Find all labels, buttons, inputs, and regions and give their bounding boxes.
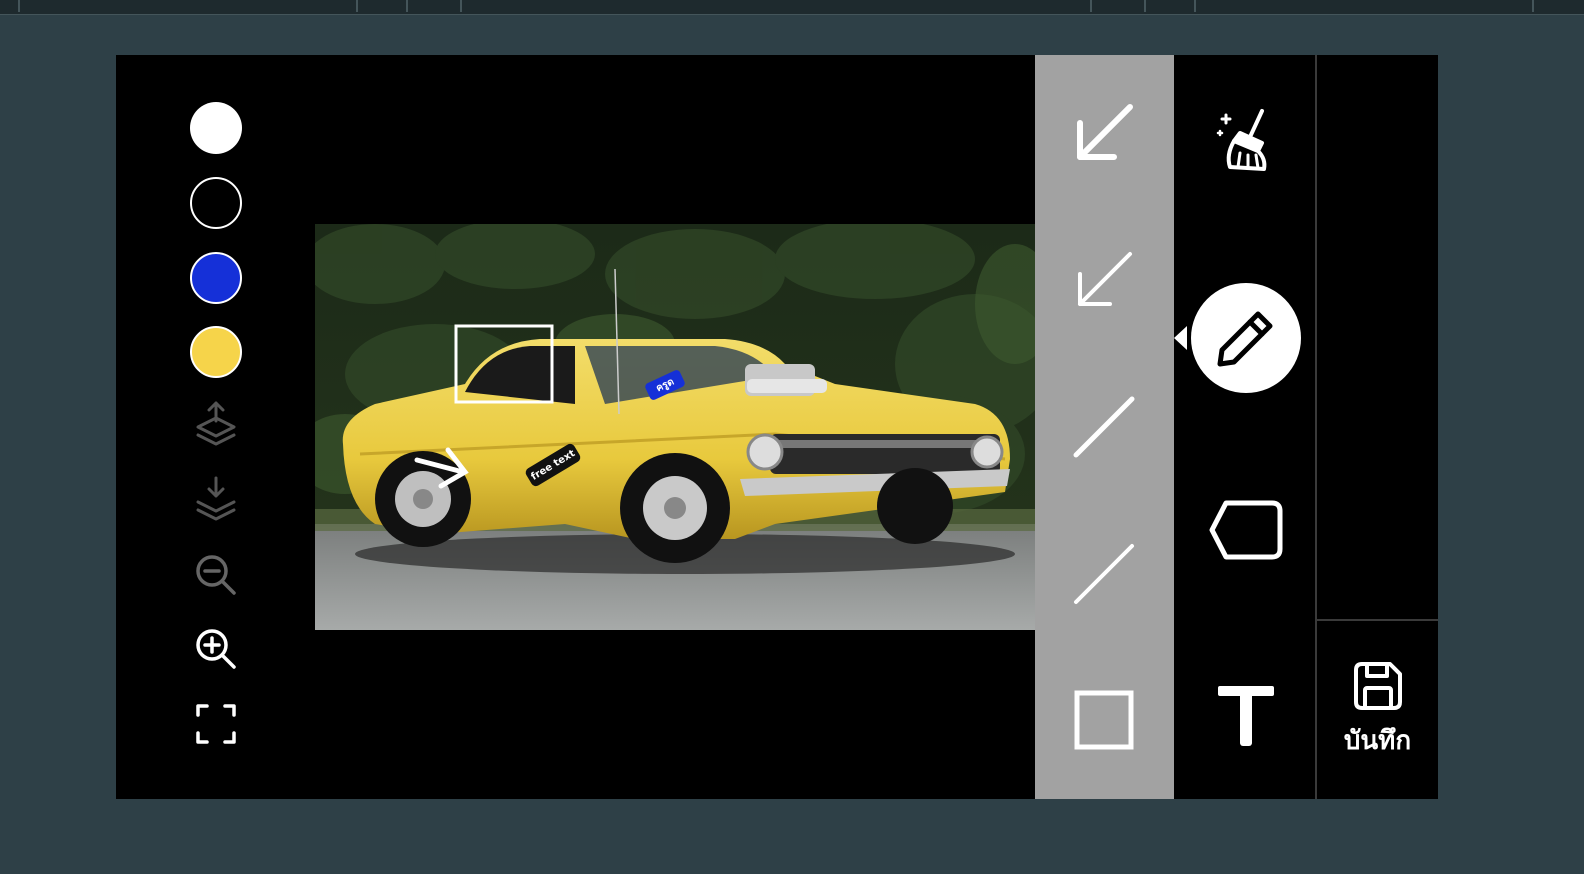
rectangle-icon[interactable]	[1069, 685, 1139, 755]
tool-column	[1174, 55, 1315, 799]
top-bar-tick	[460, 0, 462, 12]
save-button[interactable]: บันทึก	[1317, 621, 1438, 799]
top-bar-tick	[1090, 0, 1092, 12]
tag-shape-icon[interactable]	[1191, 475, 1301, 585]
save-icon	[1353, 661, 1402, 710]
top-bar-tick	[1144, 0, 1146, 12]
shape-options-panel	[1035, 55, 1174, 799]
top-bar-tick	[18, 0, 20, 12]
image-editor: free text ครูด บันทึก	[116, 55, 1438, 799]
arrow-down-left-icon[interactable]	[1069, 98, 1139, 168]
color-swatch-blue[interactable]	[190, 252, 242, 304]
text-tool-icon[interactable]	[1191, 660, 1301, 770]
color-swatch-white[interactable]	[190, 102, 242, 154]
canvas-photo[interactable]: free text ครูด	[315, 224, 1035, 630]
thin-arrow-down-left-icon[interactable]	[1069, 245, 1139, 315]
clean-brush-icon[interactable]	[1191, 85, 1301, 195]
car-photo-image	[315, 224, 1035, 630]
top-bar-tick	[1532, 0, 1534, 12]
bring-forward-icon[interactable]	[192, 401, 240, 449]
top-bar-tick	[356, 0, 358, 12]
line-icon[interactable]	[1069, 392, 1139, 462]
send-backward-icon[interactable]	[192, 476, 240, 524]
zoom-out-icon[interactable]	[192, 551, 240, 599]
pencil-tool-button[interactable]	[1191, 283, 1301, 393]
pencil-icon	[1217, 311, 1273, 367]
color-swatch-yellow[interactable]	[190, 326, 242, 378]
save-label: บันทึก	[1343, 725, 1412, 756]
thin-line-icon[interactable]	[1069, 539, 1139, 609]
active-tool-pointer	[1174, 326, 1187, 350]
top-bar-tick	[1194, 0, 1196, 12]
zoom-in-icon[interactable]	[192, 625, 240, 673]
left-toolbar	[176, 55, 256, 799]
right-action-column: บันทึก	[1315, 55, 1438, 799]
fit-screen-icon[interactable]	[192, 700, 240, 748]
top-bar	[0, 0, 1584, 15]
top-bar-tick	[406, 0, 408, 12]
color-swatch-black[interactable]	[190, 177, 242, 229]
